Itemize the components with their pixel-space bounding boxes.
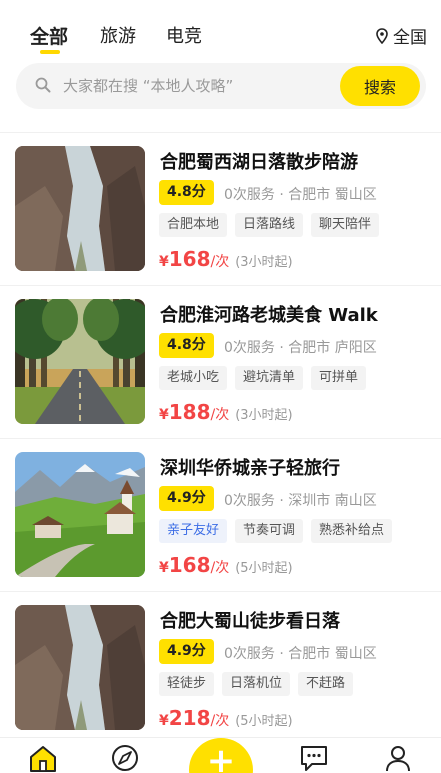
listing-meta: 0次服务 · 合肥市 庐阳区	[224, 340, 377, 356]
search-button[interactable]: 搜索	[340, 66, 420, 106]
nav-messages[interactable]	[299, 744, 331, 772]
tag: 可拼单	[311, 366, 367, 390]
nav-explore[interactable]	[110, 744, 142, 772]
region-label: 全国	[393, 28, 427, 48]
min-duration: (5小时起)	[235, 561, 293, 576]
min-duration: (3小时起)	[235, 408, 293, 423]
listing-card[interactable]: 合肥蜀西湖日落散步陪游 4.8分 0次服务 · 合肥市 蜀山区 合肥本地 日落路…	[0, 133, 441, 286]
price-unit: /次	[210, 713, 230, 729]
price-row: ¥ 168 /次 (3小时起)	[159, 247, 293, 271]
listing-list[interactable]: 合肥蜀西湖日落散步陪游 4.8分 0次服务 · 合肥市 蜀山区 合肥本地 日落路…	[0, 132, 441, 737]
price-row: ¥ 188 /次 (3小时起)	[159, 400, 293, 424]
search-icon	[35, 77, 51, 93]
top-tab-bar: 全部 旅游 电竞 全国	[0, 0, 441, 58]
min-duration: (3小时起)	[235, 255, 293, 270]
add-icon: +	[206, 741, 236, 773]
price-row: ¥ 168 /次 (5小时起)	[159, 553, 293, 577]
price-row: ¥ 218 /次 (5小时起)	[159, 706, 293, 730]
listing-card[interactable]: 合肥大蜀山徒步看日落 4.9分 0次服务 · 合肥市 蜀山区 轻徒步 日落机位 …	[0, 592, 441, 737]
nav-profile[interactable]	[383, 744, 415, 772]
search-bar: 搜索	[16, 63, 426, 109]
tag: 日落机位	[222, 672, 291, 696]
tag: 轻徒步	[159, 672, 215, 696]
listing-image-rocky-canyon	[15, 605, 145, 730]
listing-image-alpine-village	[15, 452, 145, 577]
currency-symbol: ¥	[159, 407, 169, 423]
min-duration: (5小时起)	[235, 714, 293, 729]
explore-icon	[112, 745, 138, 771]
listing-title[interactable]: 深圳华侨城亲子轻旅行	[160, 454, 340, 480]
rating-badge: 4.9分	[159, 486, 214, 511]
listing-title[interactable]: 合肥蜀西湖日落散步陪游	[160, 148, 358, 174]
listing-card[interactable]: 合肥淮河路老城美食 Walk 4.8分 0次服务 · 合肥市 庐阳区 老城小吃 …	[0, 286, 441, 439]
price-unit: /次	[210, 407, 230, 423]
tag: 亲子友好	[159, 519, 228, 543]
currency-symbol: ¥	[159, 560, 169, 576]
tab-esports[interactable]: 电竞	[166, 22, 202, 48]
listing-image-rocky-canyon	[15, 146, 145, 271]
listing-image-forest-road	[15, 299, 145, 424]
location-pin-icon	[376, 27, 388, 44]
listing-meta: 0次服务 · 深圳市 南山区	[224, 493, 377, 509]
profile-icon	[386, 746, 410, 772]
search-input[interactable]	[63, 63, 343, 109]
message-icon	[301, 746, 327, 771]
rating-badge: 4.9分	[159, 639, 214, 664]
rating-badge: 4.8分	[159, 333, 214, 358]
rating-badge: 4.8分	[159, 180, 214, 205]
tag: 节奏可调	[235, 519, 304, 543]
listing-title[interactable]: 合肥淮河路老城美食 Walk	[160, 301, 378, 327]
tag: 不赶路	[298, 672, 354, 696]
listing-title[interactable]: 合肥大蜀山徒步看日落	[160, 607, 340, 633]
price-value: 168	[168, 553, 211, 577]
tag-list: 亲子友好 节奏可调 熟悉补给点	[159, 519, 393, 543]
price-value: 218	[168, 706, 211, 730]
currency-symbol: ¥	[159, 713, 169, 729]
listing-card[interactable]: 深圳华侨城亲子轻旅行 4.9分 0次服务 · 深圳市 南山区 亲子友好 节奏可调…	[0, 439, 441, 592]
listing-meta: 0次服务 · 合肥市 蜀山区	[224, 187, 377, 203]
nav-home[interactable]	[28, 744, 60, 772]
tag: 合肥本地	[159, 213, 228, 237]
active-tab-indicator	[40, 50, 60, 54]
tag-list: 合肥本地 日落路线 聊天陪伴	[159, 213, 380, 237]
tag-list: 老城小吃 避坑清单 可拼单	[159, 366, 367, 390]
region-selector[interactable]: 全国	[376, 23, 427, 48]
tag: 老城小吃	[159, 366, 228, 390]
tag: 聊天陪伴	[311, 213, 380, 237]
price-unit: /次	[210, 560, 230, 576]
tag: 日落路线	[235, 213, 304, 237]
tag: 避坑清单	[235, 366, 304, 390]
listing-meta: 0次服务 · 合肥市 蜀山区	[224, 646, 377, 662]
tab-all[interactable]: 全部	[30, 22, 68, 49]
tag-list: 轻徒步 日落机位 不赶路	[159, 672, 354, 696]
tab-travel[interactable]: 旅游	[100, 22, 136, 48]
price-value: 168	[168, 247, 211, 271]
home-icon	[30, 746, 56, 772]
tag: 熟悉补给点	[311, 519, 393, 543]
price-unit: /次	[210, 254, 230, 270]
price-value: 188	[168, 400, 211, 424]
currency-symbol: ¥	[159, 254, 169, 270]
